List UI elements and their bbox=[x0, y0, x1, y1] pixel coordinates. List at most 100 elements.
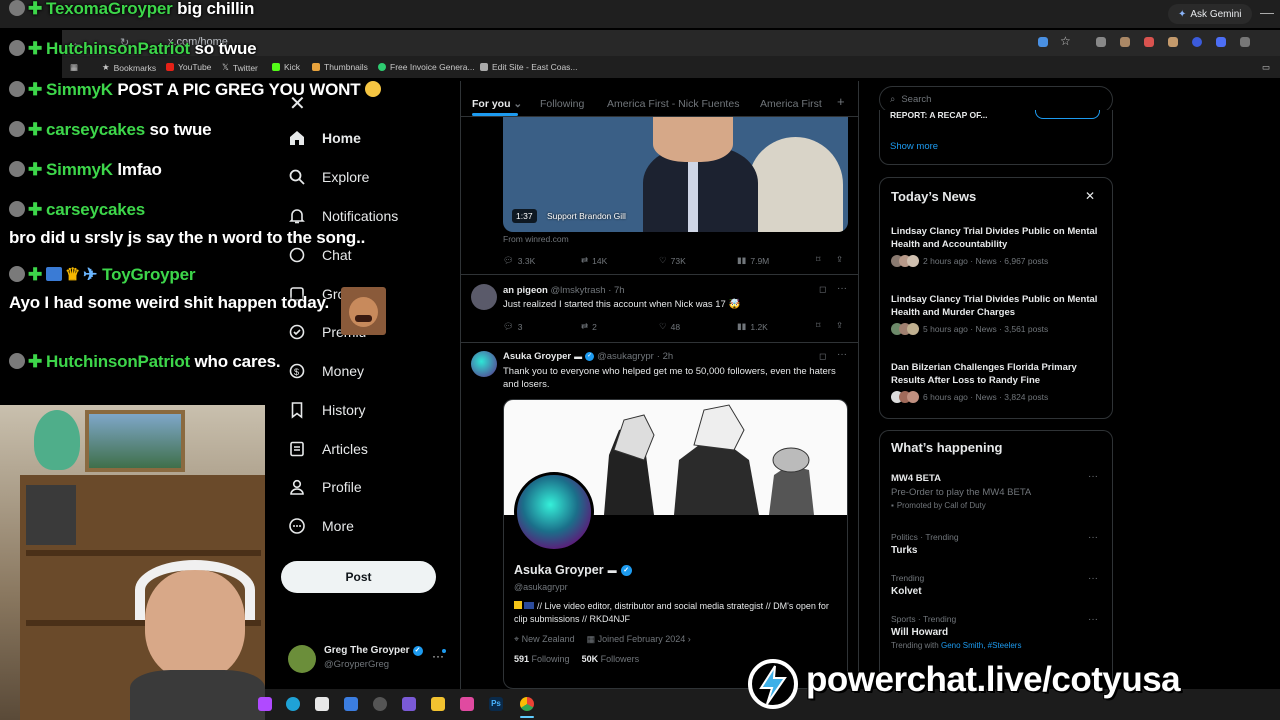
post-time[interactable]: · 2h bbox=[657, 351, 673, 362]
extension-owl-icon[interactable] bbox=[1120, 37, 1130, 47]
promoted-trend[interactable]: MW4 BETA Pre-Order to play the MW4 BETA … bbox=[891, 473, 1106, 510]
extension-bar-icon[interactable] bbox=[1216, 37, 1226, 47]
bookmark-invoice[interactable]: Free Invoice Genera... bbox=[378, 62, 475, 72]
reply-action[interactable]: 💬︎ 3.3K bbox=[503, 255, 535, 266]
repost-action[interactable]: ⇄ 2 bbox=[581, 321, 597, 332]
repost-action[interactable]: ⇄ 14K bbox=[581, 255, 607, 266]
post-author[interactable]: an pigeon bbox=[503, 285, 548, 296]
extension-blue-icon[interactable] bbox=[1192, 37, 1202, 47]
apps-grid-icon[interactable]: ▦ bbox=[70, 62, 78, 73]
trend-menu-icon[interactable]: ··· bbox=[1088, 573, 1098, 584]
close-icon[interactable]: ✕ bbox=[1085, 189, 1095, 203]
news-meta: 5 hours ago · News · 3,561 posts bbox=[923, 324, 1049, 334]
avatar[interactable] bbox=[471, 284, 497, 310]
following-count[interactable]: 591 Following bbox=[514, 654, 570, 664]
bookmark-action[interactable]: ⌑ bbox=[816, 254, 820, 265]
photoshop-icon[interactable]: Ps bbox=[489, 697, 503, 711]
trend-menu-icon[interactable]: ··· bbox=[1088, 614, 1098, 625]
bookmark-thumbnails[interactable]: Thumbnails bbox=[312, 62, 368, 72]
star-icon[interactable]: ☆ bbox=[1060, 34, 1071, 48]
like-action[interactable]: ♡ 73K bbox=[659, 255, 686, 266]
grok-icon[interactable]: ◻ bbox=[819, 284, 826, 295]
profile-joined[interactable]: ▦ Joined February 2024 › bbox=[587, 634, 691, 645]
post-menu-icon[interactable]: ··· bbox=[837, 349, 847, 360]
nav-home[interactable]: Home bbox=[288, 129, 361, 147]
extensions-puzzle-icon[interactable] bbox=[1240, 37, 1250, 47]
news-item[interactable]: Lindsay Clancy Trial Divides Public on M… bbox=[891, 293, 1106, 335]
followers-count[interactable]: 50K Followers bbox=[582, 654, 640, 664]
trending-with-links[interactable]: Geno Smith, #Steelers bbox=[941, 641, 1021, 650]
video-player[interactable]: 1:37 Support Brandon Gill bbox=[503, 117, 848, 232]
post-time[interactable]: · 7h bbox=[608, 285, 624, 296]
nav-history[interactable]: History bbox=[288, 401, 366, 419]
file-explorer-icon[interactable] bbox=[431, 697, 445, 711]
store-icon[interactable] bbox=[315, 697, 329, 711]
post-handle[interactable]: @lmskytrash bbox=[551, 285, 606, 296]
news-item[interactable]: Lindsay Clancy Trial Divides Public on M… bbox=[891, 225, 1106, 267]
bookmark-edit-site[interactable]: Edit Site - East Coas... bbox=[480, 62, 578, 72]
mail-icon[interactable] bbox=[344, 697, 358, 711]
follow-button[interactable] bbox=[1035, 110, 1100, 119]
cut-headline[interactable]: REPORT: A RECAP OF... bbox=[890, 110, 987, 120]
copilot-icon[interactable] bbox=[258, 697, 272, 711]
bookmark-action[interactable]: ⌑ bbox=[816, 320, 820, 331]
nav-more[interactable]: More bbox=[288, 517, 354, 535]
trend-menu-icon[interactable]: ··· bbox=[1088, 471, 1098, 482]
extension-face-icon[interactable] bbox=[1168, 37, 1178, 47]
bookmark-bookmarks[interactable]: ★ Bookmarks bbox=[102, 62, 156, 73]
views-action[interactable]: ▮▮ 1.2K bbox=[737, 321, 768, 332]
chrome-icon[interactable] bbox=[520, 697, 534, 711]
avatar[interactable] bbox=[471, 351, 497, 377]
nav-explore[interactable]: Explore bbox=[288, 168, 369, 186]
tab-america-first[interactable]: America First bbox=[760, 98, 822, 110]
extension-red-icon[interactable] bbox=[1144, 37, 1154, 47]
window-minimize-icon[interactable] bbox=[1260, 13, 1274, 14]
tab-following[interactable]: Following bbox=[540, 98, 584, 110]
bookmark-kick[interactable]: Kick bbox=[272, 62, 300, 72]
trend-item[interactable]: Politics · Trending Turks bbox=[891, 532, 1106, 556]
teams-icon[interactable] bbox=[402, 697, 416, 711]
like-action[interactable]: ♡ 48 bbox=[659, 321, 680, 332]
nav-notifications[interactable]: Notifications bbox=[288, 207, 398, 225]
news-item[interactable]: Dan Bilzerian Challenges Florida Primary… bbox=[891, 361, 1106, 403]
post-author[interactable]: Asuka Groyper bbox=[503, 351, 571, 362]
add-tab-icon[interactable]: + bbox=[837, 94, 845, 109]
trend-item[interactable]: Trending Kolvet bbox=[891, 573, 1106, 597]
nav-notifications-label: Notifications bbox=[322, 208, 399, 224]
profile-card[interactable]: Asuka Groyper ▬ ✓ @asukagrypr // Live vi… bbox=[503, 399, 848, 689]
views-action[interactable]: ▮▮ 7.9M bbox=[737, 255, 769, 266]
edge-icon[interactable] bbox=[286, 697, 300, 711]
search-input[interactable]: ⌕ Search bbox=[879, 86, 1113, 113]
all-bookmarks-folder-icon[interactable]: ▭ bbox=[1262, 62, 1270, 73]
trend-item[interactable]: Sports · Trending Will Howard Trending w… bbox=[891, 614, 1106, 650]
obs-icon[interactable] bbox=[373, 697, 387, 711]
translate-icon[interactable] bbox=[1038, 37, 1048, 47]
nav-more-label: More bbox=[322, 518, 354, 534]
laughing-emote bbox=[341, 287, 386, 335]
share-action[interactable]: ⇪ bbox=[836, 254, 843, 265]
trend-menu-icon[interactable]: ··· bbox=[1088, 532, 1098, 543]
tab-america-first-nick-fuentes[interactable]: America First - Nick Fuentes bbox=[607, 98, 739, 110]
share-action[interactable]: ⇪ bbox=[836, 320, 843, 331]
nav-profile[interactable]: Profile bbox=[288, 478, 362, 496]
photos-icon[interactable] bbox=[460, 697, 474, 711]
nav-articles[interactable]: Articles bbox=[288, 440, 368, 458]
post-handle[interactable]: @asukagrypr bbox=[597, 351, 654, 362]
ask-gemini-button[interactable]: ✦ Ask Gemini bbox=[1168, 4, 1252, 24]
grok-icon[interactable]: ◻ bbox=[819, 351, 826, 362]
powerchat-logo-icon bbox=[745, 658, 801, 710]
video-source[interactable]: From winred.com bbox=[503, 234, 569, 244]
post-menu-icon[interactable]: ··· bbox=[837, 283, 847, 294]
show-more-link[interactable]: Show more bbox=[890, 141, 938, 152]
bookmark-youtube[interactable]: YouTube bbox=[166, 62, 211, 72]
nav-money[interactable]: $ Money bbox=[288, 362, 364, 380]
extension-shield-icon[interactable] bbox=[1096, 37, 1106, 47]
reply-action[interactable]: 💬︎ 3 bbox=[503, 321, 523, 332]
streamer bbox=[130, 560, 265, 720]
post-button[interactable]: Post bbox=[281, 561, 436, 593]
account-switcher[interactable]: Greg The Groyper ✓ @GroyperGreg ··· bbox=[288, 643, 448, 675]
tab-for-you[interactable]: For you ⌄ bbox=[472, 98, 522, 110]
bookmark-twitter[interactable]: 𝕏 Twitter bbox=[222, 62, 258, 73]
avatar bbox=[9, 40, 25, 56]
nav-chat[interactable]: Chat bbox=[288, 246, 352, 264]
